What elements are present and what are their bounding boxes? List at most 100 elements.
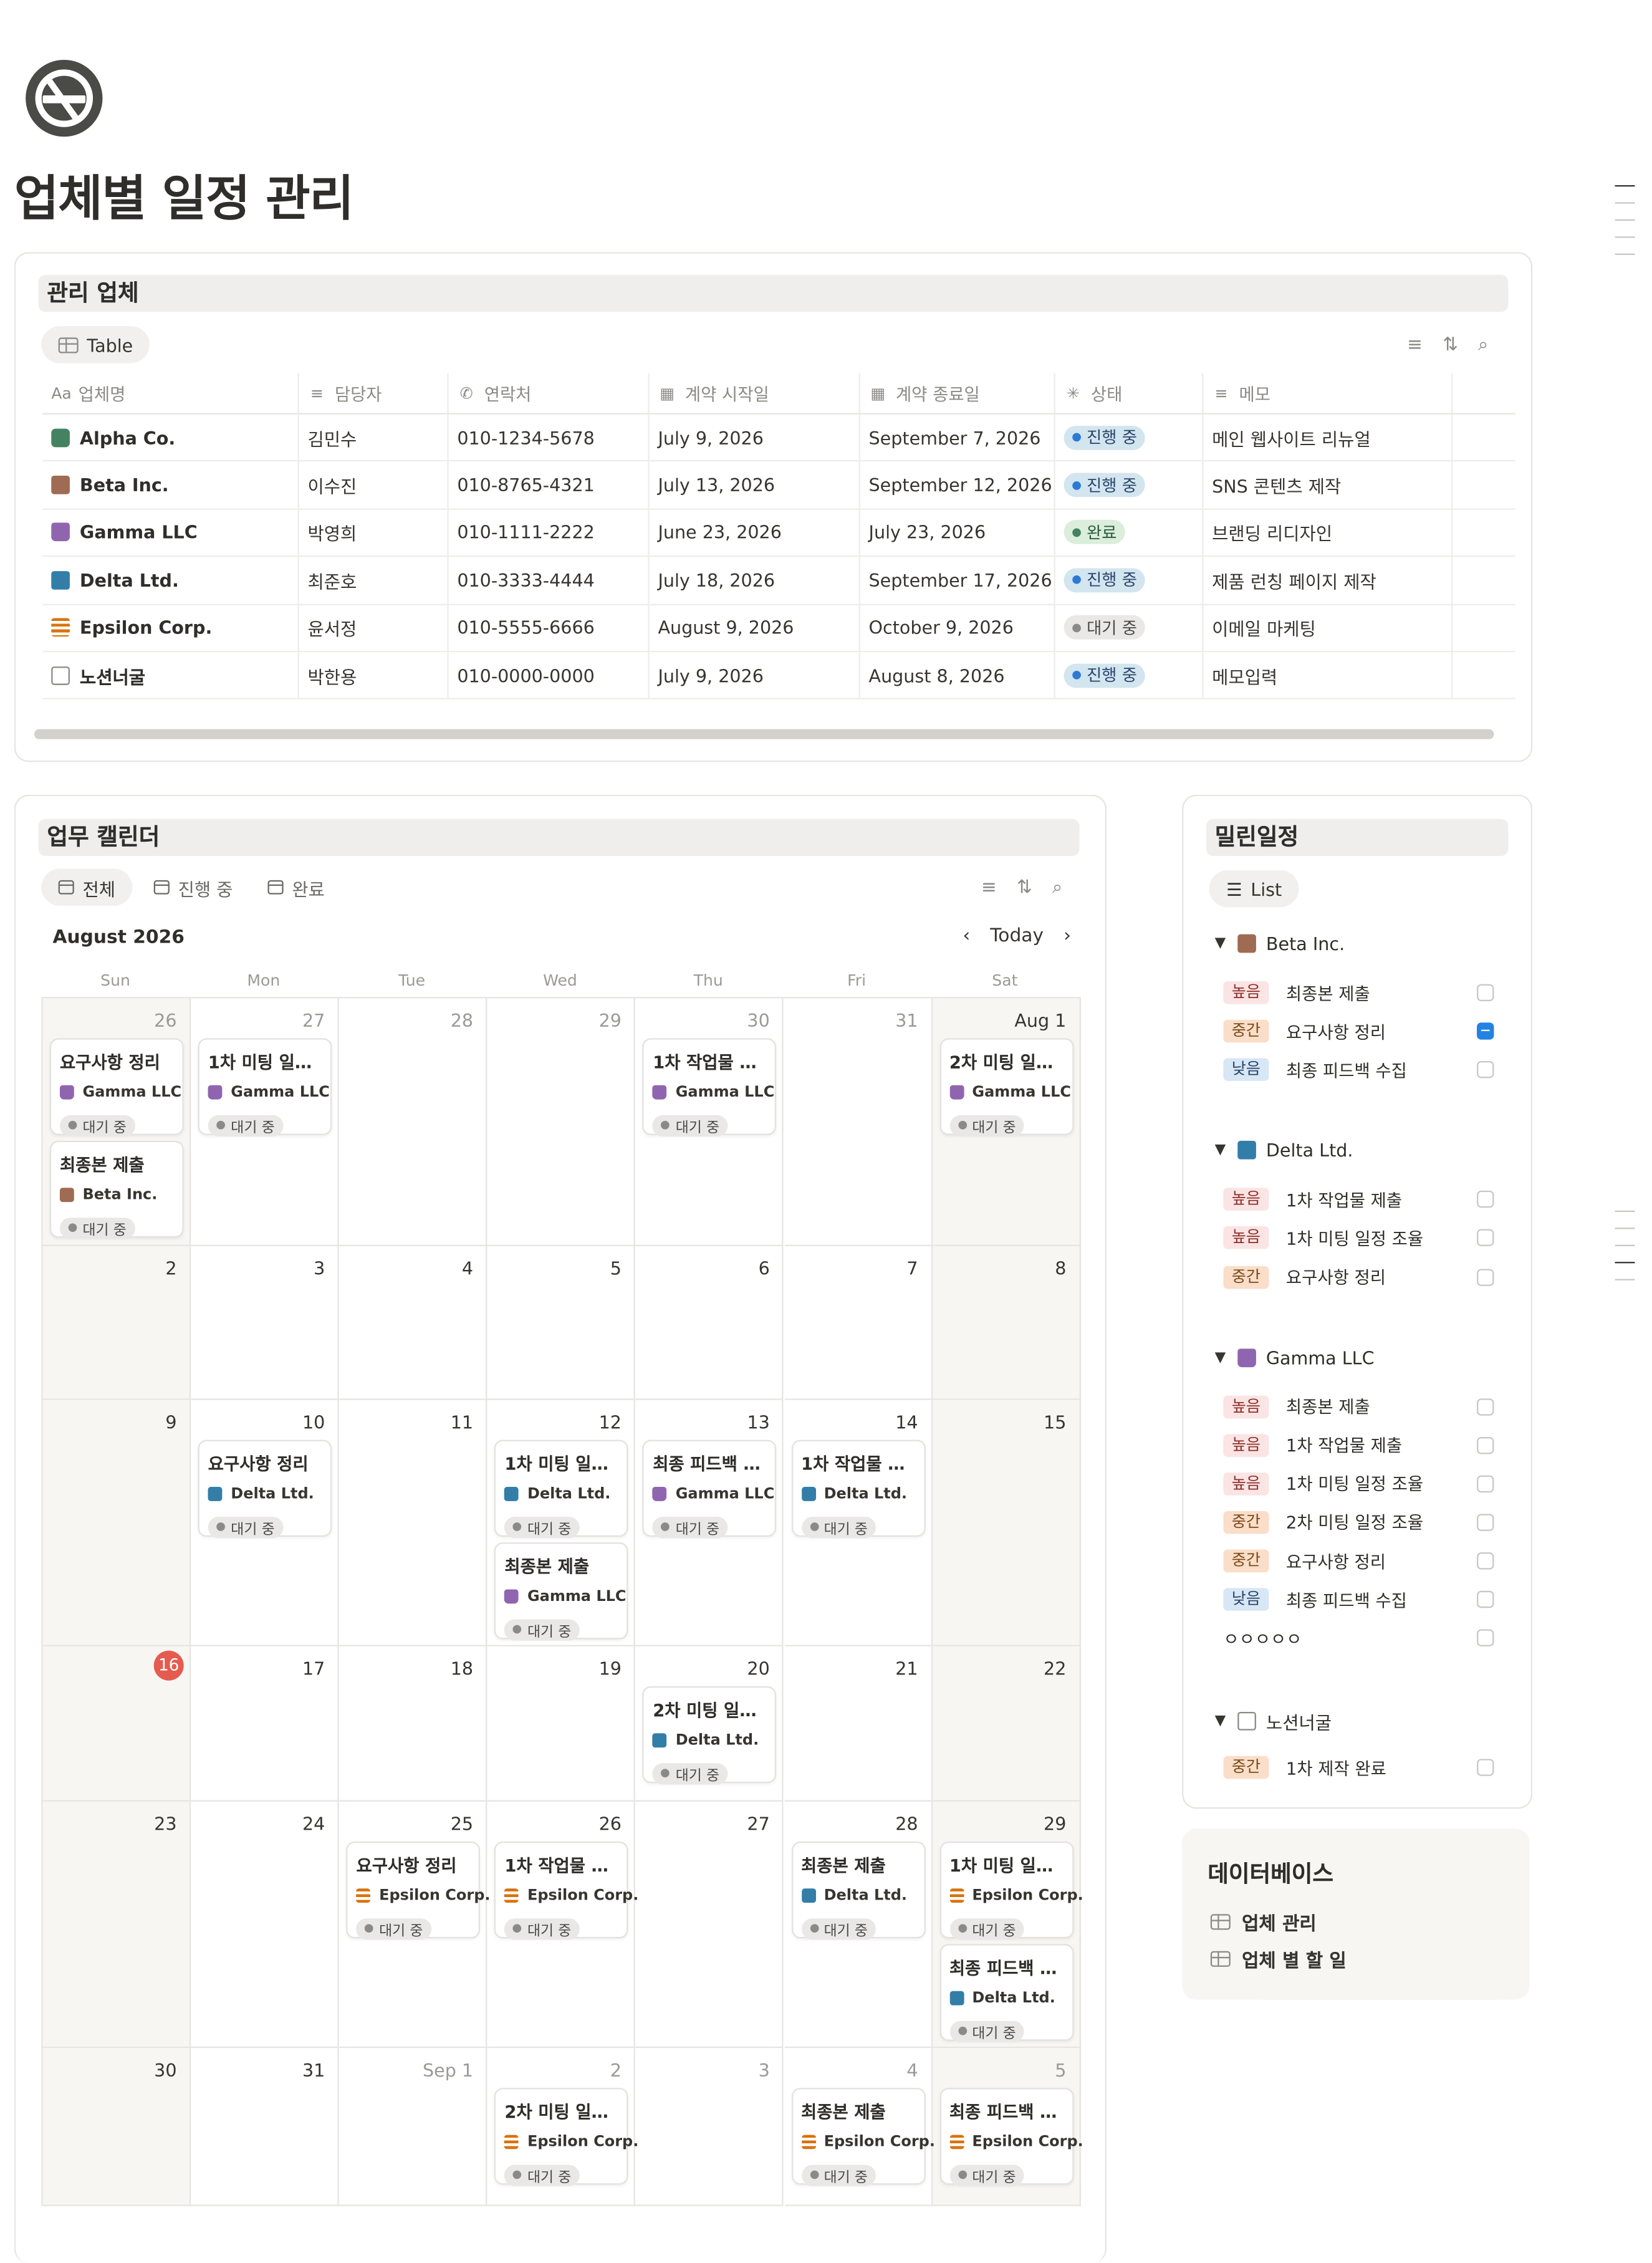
task-checkbox[interactable] <box>1477 1061 1494 1079</box>
search-icon[interactable]: ⌕ <box>1052 877 1063 898</box>
cell-start-date[interactable]: June 23, 2026 <box>650 509 860 556</box>
list-item[interactable]: 높음 1차 미팅 일정 조율 <box>1223 1226 1494 1250</box>
cell-company-name[interactable]: Gamma LLC <box>43 509 299 556</box>
cell-manager[interactable]: 이수진 <box>299 462 449 509</box>
calendar-day-cell[interactable]: 7 <box>784 1246 933 1400</box>
cell-company-name[interactable]: 노션너굴 <box>43 652 299 699</box>
table-row[interactable]: Delta Ltd. 최준호 010-3333-4444 July 18, 2026 S… <box>42 557 1515 605</box>
calendar-day-cell[interactable]: 31 <box>784 998 933 1246</box>
cell-start-date[interactable]: July 9, 2026 <box>650 414 860 461</box>
toggle-triangle-icon[interactable]: ▼ <box>1215 1143 1238 1158</box>
cell-phone[interactable]: 010-8765-4321 <box>449 462 650 509</box>
cell-company-name[interactable]: Epsilon Corp. <box>43 604 299 651</box>
calendar-day-cell[interactable]: 28 <box>339 998 487 1246</box>
toc-mark[interactable] <box>1615 1279 1635 1280</box>
list-item[interactable]: 높음 최종본 제출 <box>1223 981 1494 1004</box>
calendar-event-card[interactable]: 요구사항 정리 Epsilon Corp. 대기 중 <box>346 1841 491 1939</box>
cell-end-date[interactable]: July 23, 2026 <box>860 509 1055 556</box>
cell-status[interactable]: 대기 중 <box>1055 604 1204 651</box>
calendar-event-card[interactable]: 2차 미팅 일정 ... Delta Ltd. 대기 중 <box>643 1686 777 1784</box>
filter-icon[interactable]: ≡ <box>1407 335 1423 356</box>
cell-end-date[interactable]: October 9, 2026 <box>860 604 1055 651</box>
calendar-day-cell[interactable]: 27 <box>635 1801 784 2049</box>
today-button[interactable]: Today <box>990 926 1044 947</box>
calendar-event-card[interactable]: 1차 작업물 제출 Epsilon Corp. 대기 중 <box>494 1841 638 1939</box>
calendar-day-cell[interactable]: 22 <box>932 1646 1081 1802</box>
calendar-event-card[interactable]: 최종 피드백 수집 Delta Ltd. 대기 중 <box>939 1944 1073 2042</box>
column-header-phone[interactable]: ✆ 연락처 <box>449 373 650 413</box>
calendar-event-card[interactable]: 1차 작업물 제출 Delta Ltd. 대기 중 <box>791 1439 925 1538</box>
calendar-day-cell[interactable]: 3 <box>191 1246 340 1400</box>
list-item[interactable]: 중간 2차 미팅 일정 조율 <box>1223 1511 1494 1534</box>
calendar-day-cell[interactable]: Sep 1 <box>339 2048 487 2206</box>
toc-mark[interactable] <box>1615 185 1635 187</box>
toc-mark[interactable] <box>1615 1244 1635 1246</box>
tab-all[interactable]: 전체 <box>41 868 133 906</box>
calendar-day-cell[interactable]: 4 <box>339 1246 487 1400</box>
toc-mark[interactable] <box>1615 219 1635 221</box>
calendar-day-cell[interactable]: 6 <box>635 1246 784 1400</box>
task-checkbox[interactable] <box>1477 1268 1494 1285</box>
calendar-event-card[interactable]: 1차 미팅 일정 ... Delta Ltd. 대기 중 <box>494 1439 629 1538</box>
list-item[interactable]: ㅇㅇㅇㅇㅇ <box>1223 1626 1494 1650</box>
chevron-left-icon[interactable]: ‹ <box>963 926 970 947</box>
cell-manager[interactable]: 김민수 <box>299 414 449 461</box>
toc-mark[interactable] <box>1615 1262 1635 1264</box>
column-header-start[interactable]: ▦ 계약 시작일 <box>650 373 860 413</box>
list-item[interactable]: 높음 최종본 제출 <box>1223 1395 1494 1418</box>
calendar-event-card[interactable]: 2차 미팅 일정 ... Gamma LLC 대기 중 <box>939 1038 1073 1136</box>
cell-status[interactable]: 완료 <box>1055 509 1204 556</box>
cell-status[interactable]: 진행 중 <box>1055 557 1204 603</box>
table-row[interactable]: Gamma LLC 박영희 010-1111-2222 June 23, 2026 Ju… <box>42 509 1515 557</box>
cell-start-date[interactable]: July 9, 2026 <box>650 652 860 699</box>
calendar-day-cell[interactable]: 5 <box>487 1246 636 1400</box>
toc-mark[interactable] <box>1615 253 1635 255</box>
cell-start-date[interactable]: August 9, 2026 <box>650 604 860 651</box>
toc-mark[interactable] <box>1615 1210 1635 1213</box>
search-icon[interactable]: ⌕ <box>1478 335 1489 356</box>
table-row[interactable]: 노션너굴 박한용 010-0000-0000 July 9, 2026 August 8… <box>42 652 1515 700</box>
calendar-event-card[interactable]: 1차 미팅 일정 ... Gamma LLC 대기 중 <box>198 1038 332 1136</box>
calendar-day-cell[interactable]: 17 <box>191 1646 340 1802</box>
list-item[interactable]: 높음 1차 작업물 제출 <box>1223 1188 1494 1211</box>
column-header-add[interactable] <box>1453 373 1515 413</box>
cell-end-date[interactable]: September 12, 2026 <box>860 462 1055 509</box>
task-checkbox[interactable] <box>1477 1398 1494 1415</box>
list-group-header[interactable]: ▼ Gamma LLC <box>1215 1347 1375 1368</box>
cell-memo[interactable]: 이메일 마케팅 <box>1203 604 1453 651</box>
list-group-header[interactable]: ▼ Delta Ltd. <box>1215 1140 1353 1161</box>
cell-start-date[interactable]: July 18, 2026 <box>650 557 860 603</box>
cell-manager[interactable]: 박영희 <box>299 509 449 556</box>
toggle-triangle-icon[interactable]: ▼ <box>1215 1350 1238 1365</box>
calendar-event-card[interactable]: 요구사항 정리 Delta Ltd. 대기 중 <box>198 1439 332 1538</box>
cell-phone[interactable]: 010-1111-2222 <box>449 509 650 556</box>
toggle-triangle-icon[interactable]: ▼ <box>1215 1714 1238 1729</box>
calendar-day-cell[interactable]: 15 <box>932 1400 1081 1646</box>
table-row[interactable]: Alpha Co. 김민수 010-1234-5678 July 9, 2026 Sep… <box>42 414 1515 463</box>
calendar-event-card[interactable]: 1차 작업물 제출 Gamma LLC 대기 중 <box>643 1038 777 1136</box>
filter-icon[interactable]: ≡ <box>981 877 997 898</box>
task-checkbox[interactable] <box>1477 984 1494 1002</box>
table-row[interactable]: Epsilon Corp. 윤서정 010-5555-6666 August 9, 2… <box>42 604 1515 653</box>
cell-end-date[interactable]: August 8, 2026 <box>860 652 1055 699</box>
cell-status[interactable]: 진행 중 <box>1055 414 1204 461</box>
calendar-day-cell[interactable]: 8 <box>932 1246 1081 1400</box>
calendar-event-card[interactable]: 요구사항 정리 Gamma LLC 대기 중 <box>49 1038 184 1136</box>
cell-company-name[interactable]: Alpha Co. <box>43 414 299 461</box>
sort-icon[interactable]: ⇅ <box>1443 335 1458 356</box>
list-item[interactable]: 낮음 최종 피드백 수집 <box>1223 1058 1494 1082</box>
list-item[interactable]: 중간 요구사항 정리 <box>1223 1549 1494 1573</box>
calendar-day-cell[interactable]: 30 <box>42 2048 191 2206</box>
view-list-tab[interactable]: ☰ List <box>1209 870 1299 908</box>
calendar-event-card[interactable]: 2차 미팅 일정 ... Epsilon Corp. 대기 중 <box>494 2088 638 2186</box>
cell-phone[interactable]: 010-1234-5678 <box>449 414 650 461</box>
table-row[interactable]: Beta Inc. 이수진 010-8765-4321 July 13, 2026 Se… <box>42 462 1515 510</box>
calendar-event-card[interactable]: 1차 미팅 일정 ... Epsilon Corp. 대기 중 <box>939 1841 1083 1939</box>
calendar-event-card[interactable]: 최종본 제출 Beta Inc. 대기 중 <box>49 1140 184 1239</box>
task-checkbox[interactable] <box>1477 1229 1494 1247</box>
list-item[interactable]: 높음 1차 미팅 일정 조율 <box>1223 1472 1494 1496</box>
calendar-event-card[interactable]: 최종본 제출 Epsilon Corp. 대기 중 <box>791 2088 935 2186</box>
calendar-day-cell[interactable]: 19 <box>487 1646 636 1802</box>
cell-end-date[interactable]: September 17, 2026 <box>860 557 1055 603</box>
database-link-companies[interactable]: 업체 관리 <box>1210 1908 1317 1936</box>
